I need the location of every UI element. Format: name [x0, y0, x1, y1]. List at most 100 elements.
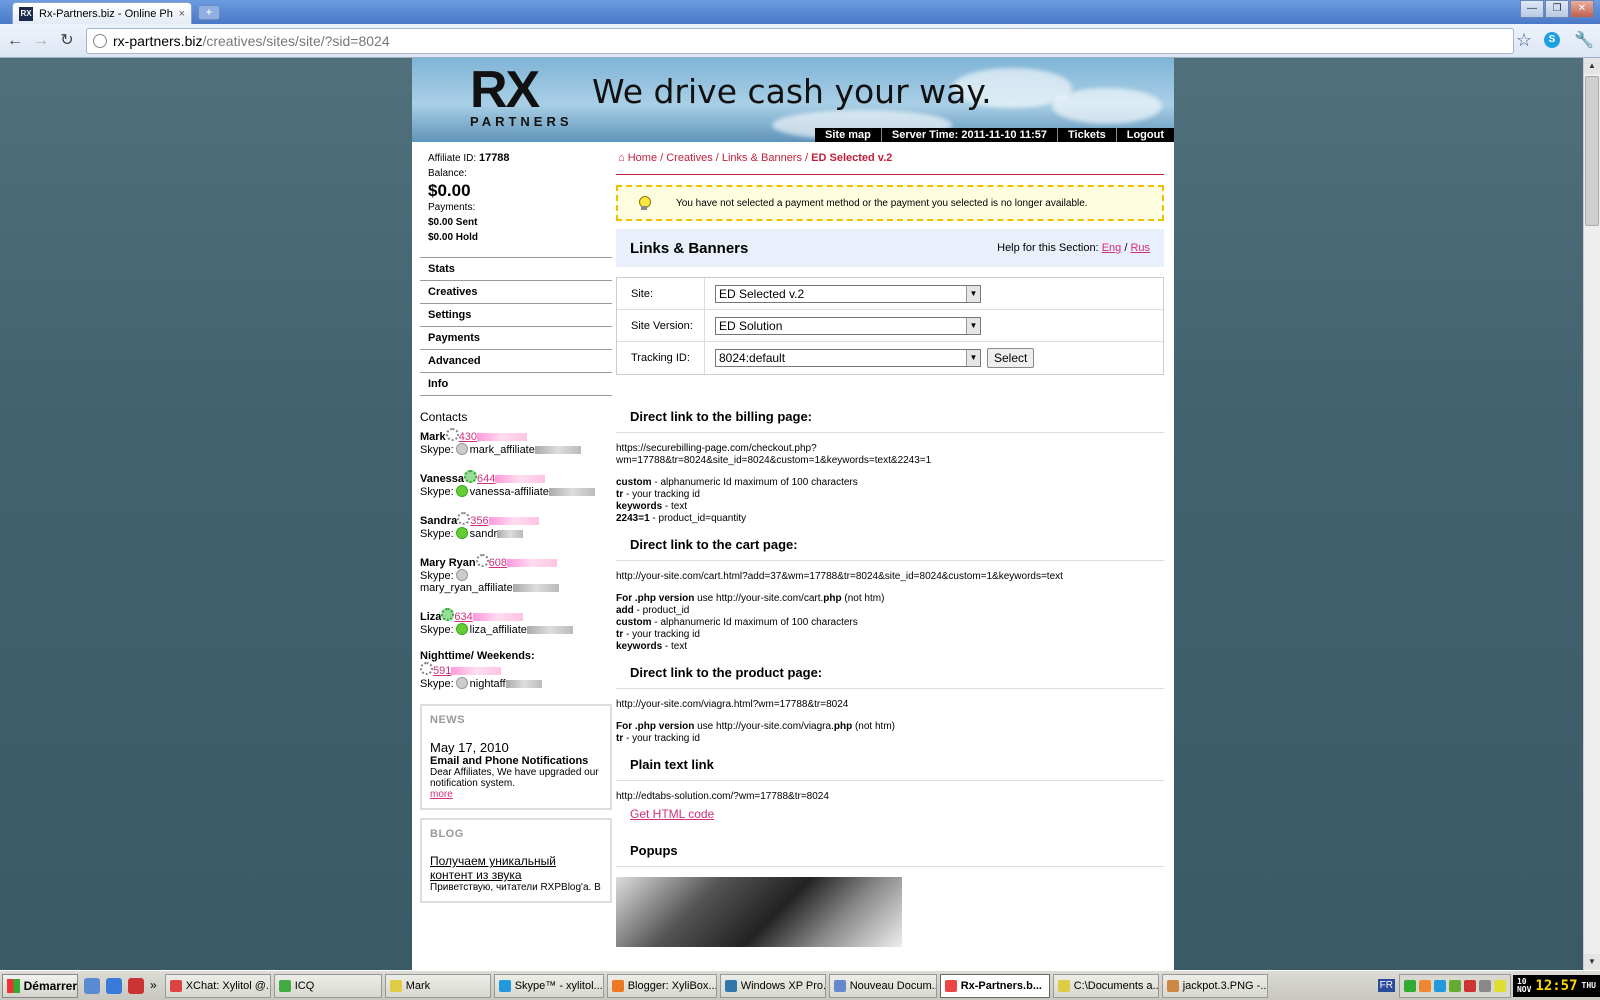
task-button[interactable]: XChat: Xylitol @...	[164, 973, 271, 998]
task-list: XChat: Xylitol @... ICQ Mark Skype™ - xy…	[164, 973, 1378, 998]
close-window-button[interactable]: ✕	[1570, 0, 1594, 18]
rx-partners-logo[interactable]: RX PARTNERS	[470, 64, 580, 134]
browser-tab[interactable]: RX Rx-Partners.biz - Online Pharm ×	[12, 2, 192, 24]
start-button[interactable]: Démarrer	[2, 973, 78, 998]
crumb-creatives[interactable]: Creatives	[666, 152, 712, 164]
contact-phone[interactable]: 356	[470, 515, 488, 527]
task-button[interactable]: Skype™ - xylitol...	[493, 973, 604, 998]
task-button[interactable]: jackpot.3.PNG -...	[1161, 973, 1268, 998]
billing-url[interactable]: https://securebilling-page.com/checkout.…	[616, 443, 1164, 467]
sitemap-link[interactable]: Site map	[815, 128, 881, 142]
menu-item-advanced[interactable]: Advanced	[420, 350, 612, 373]
server-time: Server Time: 2011-11-10 11:57	[880, 128, 1057, 142]
scroll-thumb[interactable]	[1585, 76, 1599, 226]
ie-icon[interactable]	[84, 977, 100, 994]
site-select[interactable]: ED Selected v.2 ▼	[715, 284, 981, 303]
task-button[interactable]: C:\Documents a...	[1052, 973, 1159, 998]
contact-phone[interactable]: 644	[477, 473, 495, 485]
cart-url[interactable]: http://your-site.com/cart.html?add=37&wm…	[616, 571, 1164, 583]
scroll-down-icon[interactable]: ▼	[1584, 954, 1600, 970]
skype-extension-icon[interactable]: S	[1544, 32, 1560, 48]
taskbar-clock[interactable]: 10 NOV 12:57 THU	[1512, 974, 1600, 997]
forward-arrow-icon[interactable]: →	[30, 30, 52, 52]
windows-flag-icon	[7, 978, 20, 993]
reload-icon[interactable]: ↻	[56, 30, 78, 52]
task-button[interactable]: Windows XP Pro...	[719, 973, 826, 998]
dropdown-arrow-icon: ▼	[966, 285, 980, 302]
contact-name: Vanessa	[420, 473, 465, 485]
section-header: Links & Banners Help for this Section: E…	[616, 229, 1164, 267]
url-host: rx-partners.biz	[113, 33, 203, 49]
version-select[interactable]: ED Solution ▼	[715, 316, 981, 335]
tray-icon[interactable]	[1403, 979, 1416, 992]
skype-label: Skype:	[420, 570, 454, 582]
tab-close-icon[interactable]: ×	[179, 8, 185, 20]
bookmark-star-icon[interactable]: ☆	[1516, 30, 1532, 51]
contact-phone[interactable]: 591	[433, 665, 451, 677]
back-arrow-icon[interactable]: ←	[4, 30, 26, 52]
task-button[interactable]: Nouveau Docum...	[828, 973, 937, 998]
plain-title: Plain text link	[616, 757, 1164, 781]
tracking-select[interactable]: 8024:default ▼	[715, 349, 981, 367]
icq-status-icon	[420, 662, 433, 675]
payment-warning: You have not selected a payment method o…	[616, 185, 1164, 221]
tray-icon[interactable]	[1463, 979, 1476, 992]
scroll-up-icon[interactable]: ▲	[1584, 58, 1600, 74]
logo-rx: RX	[470, 61, 540, 119]
task-button[interactable]: ICQ	[273, 973, 382, 998]
icq-status-icon	[475, 554, 489, 567]
select-button[interactable]: Select	[987, 348, 1035, 368]
tray-icon[interactable]	[1433, 979, 1446, 992]
skype-handle: sandr	[469, 528, 498, 540]
explorer-icon[interactable]	[106, 977, 122, 994]
main-content: ⌂ Home / Creatives / Links & Banners / E…	[616, 152, 1164, 947]
skype-label: Skype:	[420, 624, 454, 636]
crumb-links-banners[interactable]: Links & Banners	[722, 152, 802, 164]
blog-box: BLOG Получаем уникальный контент из звук…	[420, 818, 612, 903]
task-button[interactable]: Mark	[384, 973, 491, 998]
page-container: RX PARTNERS We drive cash your way. Site…	[412, 58, 1174, 970]
news-more-link[interactable]: more	[430, 789, 602, 800]
crumb-home[interactable]: Home	[628, 152, 657, 164]
contact-phone[interactable]: 608	[489, 557, 507, 569]
menu-item-info[interactable]: Info	[420, 373, 612, 396]
help-eng-link[interactable]: Eng	[1102, 242, 1122, 254]
get-html-code-link[interactable]: Get HTML code	[616, 807, 1164, 821]
billing-section: Direct link to the billing page: https:/…	[616, 409, 1164, 525]
new-tab-button[interactable]: +	[198, 5, 220, 20]
tray-icon[interactable]	[1418, 979, 1431, 992]
address-bar[interactable]: rx-partners.biz/creatives/sites/site/?si…	[86, 28, 1514, 54]
help-rus-link[interactable]: Rus	[1130, 242, 1150, 254]
browser-toolbar: ← → ↻ rx-partners.biz/creatives/sites/si…	[0, 24, 1600, 58]
minimize-button[interactable]: —	[1520, 0, 1544, 18]
dropdown-arrow-icon: ▼	[966, 350, 980, 366]
breadcrumb: ⌂ Home / Creatives / Links & Banners / E…	[618, 152, 893, 164]
menu-item-stats[interactable]: Stats	[420, 257, 612, 281]
tray-icon[interactable]	[1493, 979, 1506, 992]
contact-phone[interactable]: 430	[459, 431, 477, 443]
affiliate-id: 17788	[478, 152, 510, 164]
product-url[interactable]: http://your-site.com/viagra.html?wm=1778…	[616, 699, 1164, 711]
quicklaunch-more[interactable]: »	[150, 978, 157, 994]
menu-item-payments[interactable]: Payments	[420, 327, 612, 350]
tray-icon[interactable]	[1448, 979, 1461, 992]
tray-icon[interactable]	[1478, 979, 1491, 992]
menu-item-settings[interactable]: Settings	[420, 304, 612, 327]
top-nav: Site map Server Time: 2011-11-10 11:57 T…	[815, 128, 1174, 142]
icq-status-icon	[464, 470, 478, 483]
task-button[interactable]: Blogger: XyliBox...	[606, 973, 717, 998]
logout-link[interactable]: Logout	[1115, 128, 1174, 142]
vertical-scrollbar[interactable]: ▲ ▼	[1583, 58, 1600, 970]
plain-url[interactable]: http://edtabs-solution.com/?wm=17788&tr=…	[616, 791, 1164, 803]
language-indicator[interactable]: FR	[1377, 979, 1395, 992]
popup-banner-image[interactable]	[616, 877, 902, 947]
contact-phone[interactable]: 634	[454, 611, 472, 623]
task-button-active[interactable]: Rx-Partners.b...	[939, 973, 1050, 998]
wrench-icon[interactable]: 🔧	[1574, 30, 1594, 50]
cart-section: Direct link to the cart page: http://you…	[616, 537, 1164, 653]
maximize-button[interactable]: ❐	[1545, 0, 1569, 18]
filezilla-icon[interactable]	[128, 977, 144, 994]
blog-title-link[interactable]: Получаем уникальный контент из звука	[430, 854, 602, 882]
tickets-link[interactable]: Tickets	[1057, 128, 1116, 142]
menu-item-creatives[interactable]: Creatives	[420, 281, 612, 304]
